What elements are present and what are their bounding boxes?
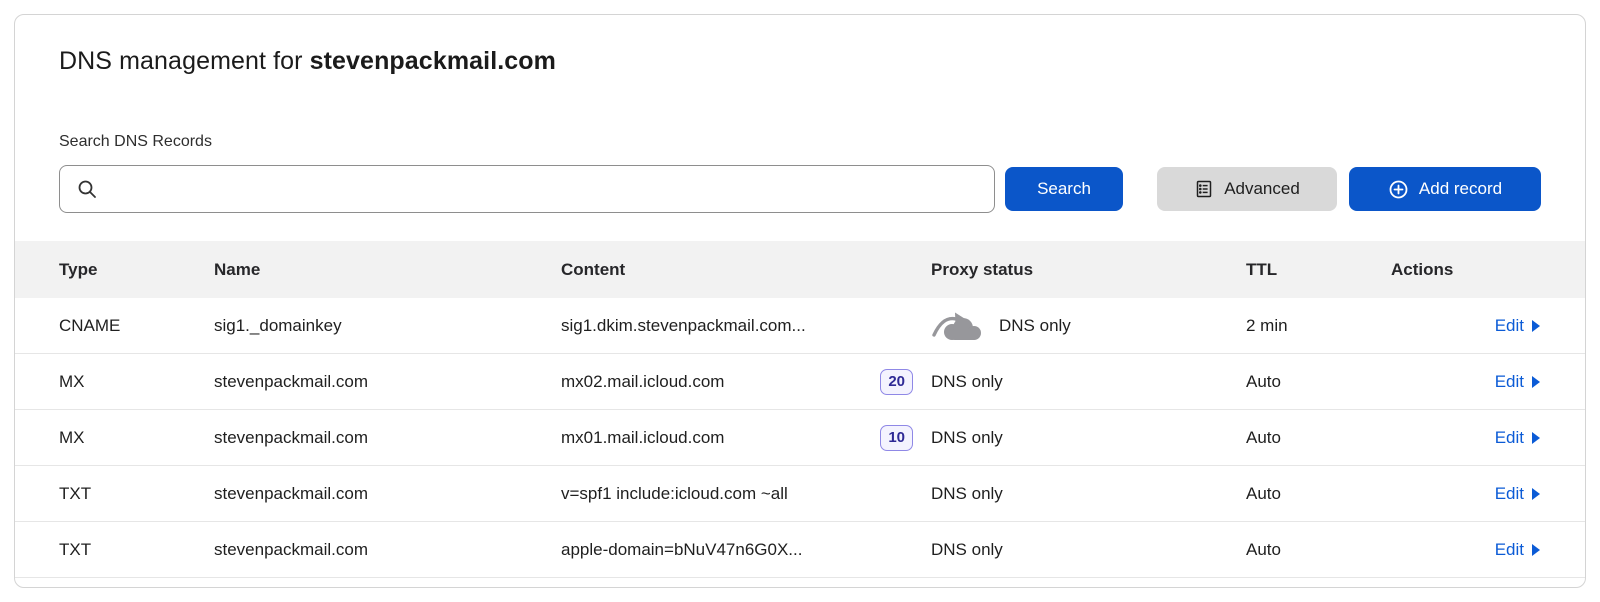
record-proxy-status: DNS only: [931, 372, 1246, 392]
table-row: TXT stevenpackmail.com v=spf1 include:ic…: [15, 466, 1585, 522]
edit-link-label: Edit: [1495, 316, 1524, 336]
search-toolbar: Search Advanced Add record: [15, 165, 1585, 213]
record-proxy-status: DNS only: [931, 309, 1246, 342]
record-name: sig1._domainkey: [214, 316, 561, 336]
table-body: CNAME sig1._domainkey sig1.dkim.stevenpa…: [15, 298, 1585, 578]
record-actions: Edit: [1391, 428, 1541, 448]
proxy-status-text: DNS only: [999, 316, 1071, 336]
record-type: CNAME: [59, 316, 214, 336]
plus-circle-icon: [1388, 179, 1409, 200]
proxy-status-text: DNS only: [931, 428, 1003, 448]
mx-priority-badge: 20: [880, 369, 913, 395]
record-proxy-status: DNS only: [931, 540, 1246, 560]
record-content: sig1.dkim.stevenpackmail.com...: [561, 316, 931, 336]
caret-right-icon: [1530, 375, 1541, 389]
edit-link-label: Edit: [1495, 540, 1524, 560]
header-actions: Actions: [1391, 260, 1541, 280]
proxy-status-text: DNS only: [931, 484, 1003, 504]
record-actions: Edit: [1391, 540, 1541, 560]
record-ttl: 2 min: [1246, 316, 1391, 336]
add-record-button[interactable]: Add record: [1349, 167, 1541, 211]
edit-link-label: Edit: [1495, 428, 1524, 448]
record-actions: Edit: [1391, 372, 1541, 392]
header-ttl: TTL: [1246, 260, 1391, 280]
page-title-prefix: DNS management for: [59, 47, 310, 75]
page-title-domain: stevenpackmail.com: [310, 47, 556, 75]
edit-link[interactable]: Edit: [1495, 540, 1541, 560]
record-ttl: Auto: [1246, 372, 1391, 392]
table-row: MX stevenpackmail.com mx02.mail.icloud.c…: [15, 354, 1585, 410]
edit-link[interactable]: Edit: [1495, 316, 1541, 336]
search-box: [59, 165, 995, 213]
record-type: TXT: [59, 484, 214, 504]
record-type: MX: [59, 372, 214, 392]
header-content: Content: [561, 260, 931, 280]
table-row: TXT stevenpackmail.com apple-domain=bNuV…: [15, 522, 1585, 578]
record-content: mx01.mail.icloud.com 10: [561, 425, 931, 451]
search-icon: [76, 178, 98, 200]
record-ttl: Auto: [1246, 428, 1391, 448]
search-label: Search DNS Records: [15, 131, 1585, 153]
record-name: stevenpackmail.com: [214, 484, 561, 504]
record-content-text: sig1.dkim.stevenpackmail.com...: [561, 316, 806, 336]
record-actions: Edit: [1391, 316, 1541, 336]
search-button[interactable]: Search: [1005, 167, 1123, 211]
record-name: stevenpackmail.com: [214, 428, 561, 448]
record-ttl: Auto: [1246, 540, 1391, 560]
table-row: CNAME sig1._domainkey sig1.dkim.stevenpa…: [15, 298, 1585, 354]
page-title: DNS management for stevenpackmail.com: [15, 15, 1585, 75]
list-document-icon: [1194, 179, 1214, 199]
edit-link-label: Edit: [1495, 484, 1524, 504]
record-type: MX: [59, 428, 214, 448]
edit-link[interactable]: Edit: [1495, 372, 1541, 392]
advanced-button-label: Advanced: [1224, 179, 1300, 199]
table-row: MX stevenpackmail.com mx01.mail.icloud.c…: [15, 410, 1585, 466]
edit-link[interactable]: Edit: [1495, 484, 1541, 504]
record-proxy-status: DNS only: [931, 484, 1246, 504]
record-ttl: Auto: [1246, 484, 1391, 504]
header-proxy-status: Proxy status: [931, 260, 1246, 280]
table-header-row: Type Name Content Proxy status TTL Actio…: [15, 241, 1585, 298]
record-type: TXT: [59, 540, 214, 560]
record-name: stevenpackmail.com: [214, 540, 561, 560]
record-content: mx02.mail.icloud.com 20: [561, 369, 931, 395]
dns-management-card: DNS management for stevenpackmail.com Se…: [14, 14, 1586, 588]
mx-priority-badge: 10: [880, 425, 913, 451]
cloud-arrow-icon: [931, 309, 985, 342]
record-content-text: mx01.mail.icloud.com: [561, 428, 724, 448]
edit-link[interactable]: Edit: [1495, 428, 1541, 448]
edit-link-label: Edit: [1495, 372, 1524, 392]
record-name: stevenpackmail.com: [214, 372, 561, 392]
search-input[interactable]: [60, 166, 994, 212]
header-type: Type: [59, 260, 214, 280]
record-content: apple-domain=bNuV47n6G0X...: [561, 540, 931, 560]
record-actions: Edit: [1391, 484, 1541, 504]
record-content-text: v=spf1 include:icloud.com ~all: [561, 484, 788, 504]
caret-right-icon: [1530, 431, 1541, 445]
dns-records-table: Type Name Content Proxy status TTL Actio…: [15, 241, 1585, 578]
record-proxy-status: DNS only: [931, 428, 1246, 448]
add-record-button-label: Add record: [1419, 179, 1502, 199]
caret-right-icon: [1530, 543, 1541, 557]
proxy-status-text: DNS only: [931, 540, 1003, 560]
caret-right-icon: [1530, 487, 1541, 501]
record-content-text: apple-domain=bNuV47n6G0X...: [561, 540, 802, 560]
header-name: Name: [214, 260, 561, 280]
advanced-button[interactable]: Advanced: [1157, 167, 1337, 211]
proxy-status-text: DNS only: [931, 372, 1003, 392]
caret-right-icon: [1530, 319, 1541, 333]
record-content-text: mx02.mail.icloud.com: [561, 372, 724, 392]
record-content: v=spf1 include:icloud.com ~all: [561, 484, 931, 504]
